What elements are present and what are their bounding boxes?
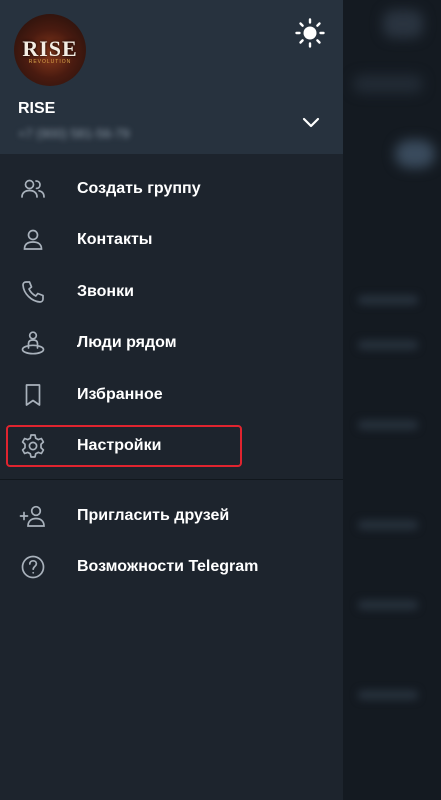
menu-item-calls[interactable]: Звонки <box>0 266 343 318</box>
phone-icon <box>19 278 47 306</box>
group-icon <box>19 175 47 203</box>
background-blur <box>358 420 418 430</box>
menu-item-label: Возможности Telegram <box>77 558 259 576</box>
menu-item-telegram-features[interactable]: Возможности Telegram <box>0 542 343 594</box>
background-blur <box>358 520 418 530</box>
menu-item-people-nearby[interactable]: Люди рядом <box>0 318 343 370</box>
menu-item-label: Создать группу <box>77 179 201 197</box>
chevron-down-icon[interactable] <box>298 112 324 134</box>
drawer-menu: Создать группу Контакты Звонки Люди рядо… <box>0 163 343 472</box>
person-icon <box>19 226 47 254</box>
avatar-logo-subtext: REVOLUTION <box>28 59 72 65</box>
menu-item-label: Настройки <box>77 437 162 455</box>
profile-phone: +7 (900) 581-56-79 <box>18 126 130 141</box>
menu-divider <box>0 479 343 480</box>
background-chat-list <box>343 0 441 800</box>
menu-item-new-group[interactable]: Создать группу <box>0 163 343 215</box>
menu-item-label: Избранное <box>77 385 163 403</box>
background-blur <box>358 340 418 350</box>
background-blur <box>358 690 418 700</box>
sun-icon[interactable] <box>294 17 326 49</box>
menu-item-contacts[interactable]: Контакты <box>0 215 343 267</box>
avatar[interactable]: RISE REVOLUTION <box>14 14 86 86</box>
menu-item-label: Контакты <box>77 231 153 249</box>
menu-item-label: Пригласить друзей <box>77 506 230 524</box>
background-blur <box>395 140 435 168</box>
menu-item-settings[interactable]: Настройки <box>0 421 343 473</box>
menu-item-saved-messages[interactable]: Избранное <box>0 369 343 421</box>
menu-item-invite-friends[interactable]: Пригласить друзей <box>0 490 343 542</box>
drawer-header: RISE REVOLUTION RISE +7 (900) 581-56-79 <box>0 0 343 154</box>
menu-item-label: Люди рядом <box>77 334 177 352</box>
drawer-menu-secondary: Пригласить друзей Возможности Telegram <box>0 490 343 593</box>
gear-icon <box>19 432 47 460</box>
menu-item-label: Звонки <box>77 282 134 300</box>
profile-name: RISE <box>18 100 56 117</box>
background-blur <box>358 295 418 305</box>
add-person-icon <box>19 502 47 530</box>
bookmark-icon <box>19 381 47 409</box>
navigation-drawer: RISE REVOLUTION RISE +7 (900) 581-56-79 <box>0 0 343 800</box>
background-blur <box>358 600 418 610</box>
background-blur <box>353 75 423 93</box>
people-nearby-icon <box>19 329 47 357</box>
help-icon <box>19 553 47 581</box>
background-blur <box>383 10 423 38</box>
